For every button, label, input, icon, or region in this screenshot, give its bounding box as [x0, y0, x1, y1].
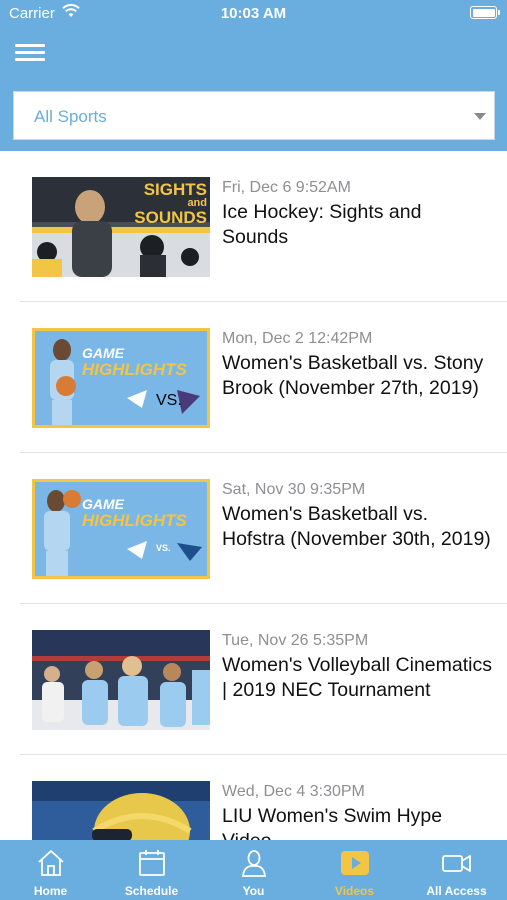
thumbnail-image — [32, 781, 210, 840]
video-thumbnail[interactable] — [32, 630, 210, 730]
thumbnail-image — [32, 630, 210, 730]
calendar-icon — [138, 850, 165, 876]
video-date: Fri, Dec 6 9:52AM — [222, 179, 351, 196]
thumbnail-caption-line: GAME — [82, 345, 124, 361]
video-title: Ice Hockey: Sights and Sounds — [222, 201, 422, 248]
video-thumbnail[interactable]: SIGHTS and SOUNDS — [32, 177, 210, 277]
app-header: Carrier 10:03 AM All Sports — [0, 0, 507, 151]
thumbnail-caption-line: SOUNDS — [134, 208, 207, 227]
video-item[interactable]: SIGHTS and SOUNDS Fri, Dec 6 9:52AM Ice … — [20, 151, 507, 302]
video-thumbnail[interactable]: GAME HIGHLIGHTS VS. — [32, 328, 210, 428]
tab-label: Schedule — [124, 884, 179, 898]
video-thumbnail[interactable] — [32, 781, 210, 840]
video-title: Women's Basketball vs. Stony Brook (Nove… — [222, 352, 484, 399]
video-date: Sat, Nov 30 9:35PM — [222, 481, 366, 498]
thumbnail-caption-line: SIGHTS — [143, 180, 207, 199]
thumbnail-caption: GAME HIGHLIGHTS — [82, 346, 187, 379]
video-date: Wed, Dec 4 3:30PM — [222, 783, 365, 800]
tab-label: Home — [33, 884, 68, 898]
chevron-down-icon — [474, 113, 486, 120]
hamburger-menu-icon[interactable] — [15, 42, 47, 64]
video-item[interactable]: Wed, Dec 4 3:30PM LIU Women's Swim Hype … — [20, 755, 507, 840]
thumbnail-caption-line: HIGHLIGHTS — [82, 359, 187, 379]
tab-schedule[interactable]: Schedule — [101, 840, 202, 900]
tab-bar: Home Schedule You Videos All Access — [0, 840, 507, 900]
clock: 10:03 AM — [220, 5, 287, 22]
tab-all-access[interactable]: All Access — [406, 840, 507, 900]
video-title: Women's Basketball vs. Hofstra (November… — [222, 503, 491, 550]
tab-label: Videos — [334, 884, 375, 898]
sport-filter-value: All Sports — [34, 107, 107, 126]
tab-videos[interactable]: Videos — [304, 840, 405, 900]
video-title: Women's Volleyball Cinematics | 2019 NEC… — [222, 654, 492, 701]
thumbnail-caption-line: VS. — [156, 543, 171, 553]
person-icon — [241, 850, 266, 877]
video-item[interactable]: Tue, Nov 26 5:35PM Women's Volleyball Ci… — [20, 604, 507, 755]
tab-home[interactable]: Home — [0, 840, 101, 900]
thumbnail-caption-line: VS. — [156, 392, 182, 409]
play-icon — [340, 851, 369, 875]
sport-filter-dropdown[interactable]: All Sports — [13, 91, 495, 140]
battery-icon — [470, 6, 500, 19]
video-item[interactable]: GAME HIGHLIGHTS VS. Sat, Nov 30 9:35PM W… — [20, 453, 507, 604]
tab-label: You — [242, 884, 265, 898]
tab-label: All Access — [426, 884, 487, 898]
thumbnail-caption: SIGHTS and SOUNDS — [134, 181, 207, 226]
video-date: Mon, Dec 2 12:42PM — [222, 330, 373, 347]
video-list[interactable]: SIGHTS and SOUNDS Fri, Dec 6 9:52AM Ice … — [0, 151, 507, 840]
video-thumbnail[interactable]: GAME HIGHLIGHTS VS. — [32, 479, 210, 579]
status-bar: Carrier 10:03 AM — [0, 0, 507, 28]
video-camera-icon — [441, 855, 471, 872]
home-icon — [37, 850, 64, 876]
video-item[interactable]: GAME HIGHLIGHTS VS. Mon, Dec 2 12:42PM W… — [20, 302, 507, 453]
thumbnail-caption-line: GAME — [82, 496, 124, 512]
video-date: Tue, Nov 26 5:35PM — [222, 632, 369, 649]
thumbnail-caption: GAME HIGHLIGHTS — [82, 497, 187, 530]
video-title: LIU Women's Swim Hype Video — [222, 805, 443, 840]
thumbnail-caption-line: HIGHLIGHTS — [82, 510, 187, 530]
tab-you[interactable]: You — [203, 840, 304, 900]
